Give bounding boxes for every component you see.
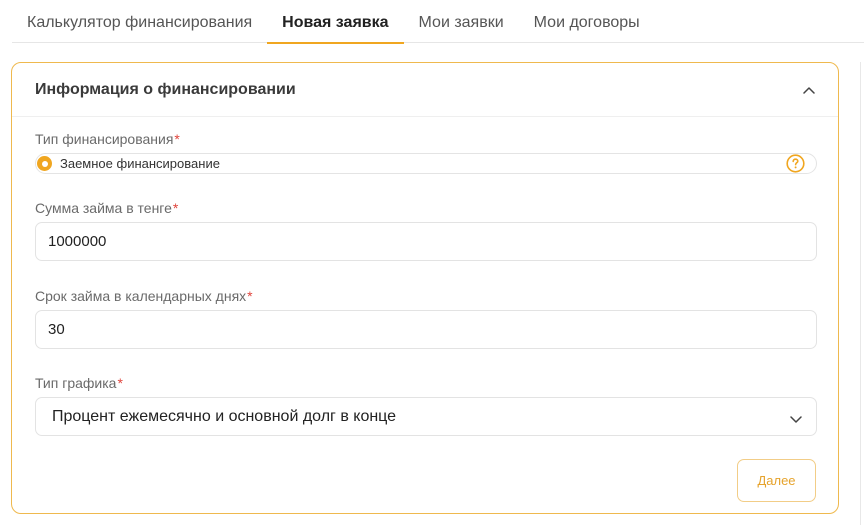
loan-term-label-text: Срок займа в календарных днях <box>35 288 247 304</box>
chevron-up-icon[interactable] <box>802 83 816 97</box>
schedule-type-select[interactable]: Процент ежемесячно и основной долг в кон… <box>35 397 817 436</box>
page-edge-divider <box>860 62 864 525</box>
loan-term-input[interactable]: 30 <box>35 310 817 349</box>
loan-amount-value: 1000000 <box>48 233 107 250</box>
schedule-type-value: Процент ежемесячно и основной долг в кон… <box>52 407 397 425</box>
card-title: Информация о финансировании <box>35 80 296 98</box>
tab-my-contracts[interactable]: Мои договоры <box>519 0 655 43</box>
schedule-type-label: Тип графика* <box>35 375 123 391</box>
tab-new-application[interactable]: Новая заявка <box>267 0 404 44</box>
tab-my-applications[interactable]: Мои заявки <box>404 0 519 43</box>
card-header[interactable]: Информация о финансировании <box>12 63 838 117</box>
question-circle-icon[interactable] <box>786 154 805 173</box>
required-mark: * <box>172 200 179 216</box>
required-mark: * <box>117 375 123 391</box>
financing-type-radio[interactable]: Заемное финансирование <box>35 153 817 174</box>
financing-type-label: Тип финансирования* <box>35 131 180 147</box>
loan-amount-input[interactable]: 1000000 <box>35 222 817 261</box>
required-mark: * <box>247 288 253 304</box>
loan-amount-label: Сумма займа в тенге* <box>35 200 178 216</box>
next-button[interactable]: Далее <box>737 459 816 502</box>
tab-bar: Калькулятор финансирования Новая заявка … <box>12 0 864 44</box>
loan-term-value: 30 <box>48 321 65 338</box>
chevron-down-icon[interactable] <box>790 411 802 428</box>
radio-selected-icon[interactable] <box>37 156 52 171</box>
loan-amount-label-text: Сумма займа в тенге <box>35 200 172 216</box>
financing-type-option-label: Заемное финансирование <box>60 156 220 171</box>
loan-term-label: Срок займа в календарных днях* <box>35 288 253 304</box>
required-mark: * <box>174 131 180 147</box>
schedule-type-label-text: Тип графика <box>35 375 117 391</box>
financing-type-label-text: Тип финансирования <box>35 131 174 147</box>
financing-info-card: Информация о финансировании Тип финансир… <box>11 62 839 514</box>
tab-calculator[interactable]: Калькулятор финансирования <box>12 0 267 43</box>
